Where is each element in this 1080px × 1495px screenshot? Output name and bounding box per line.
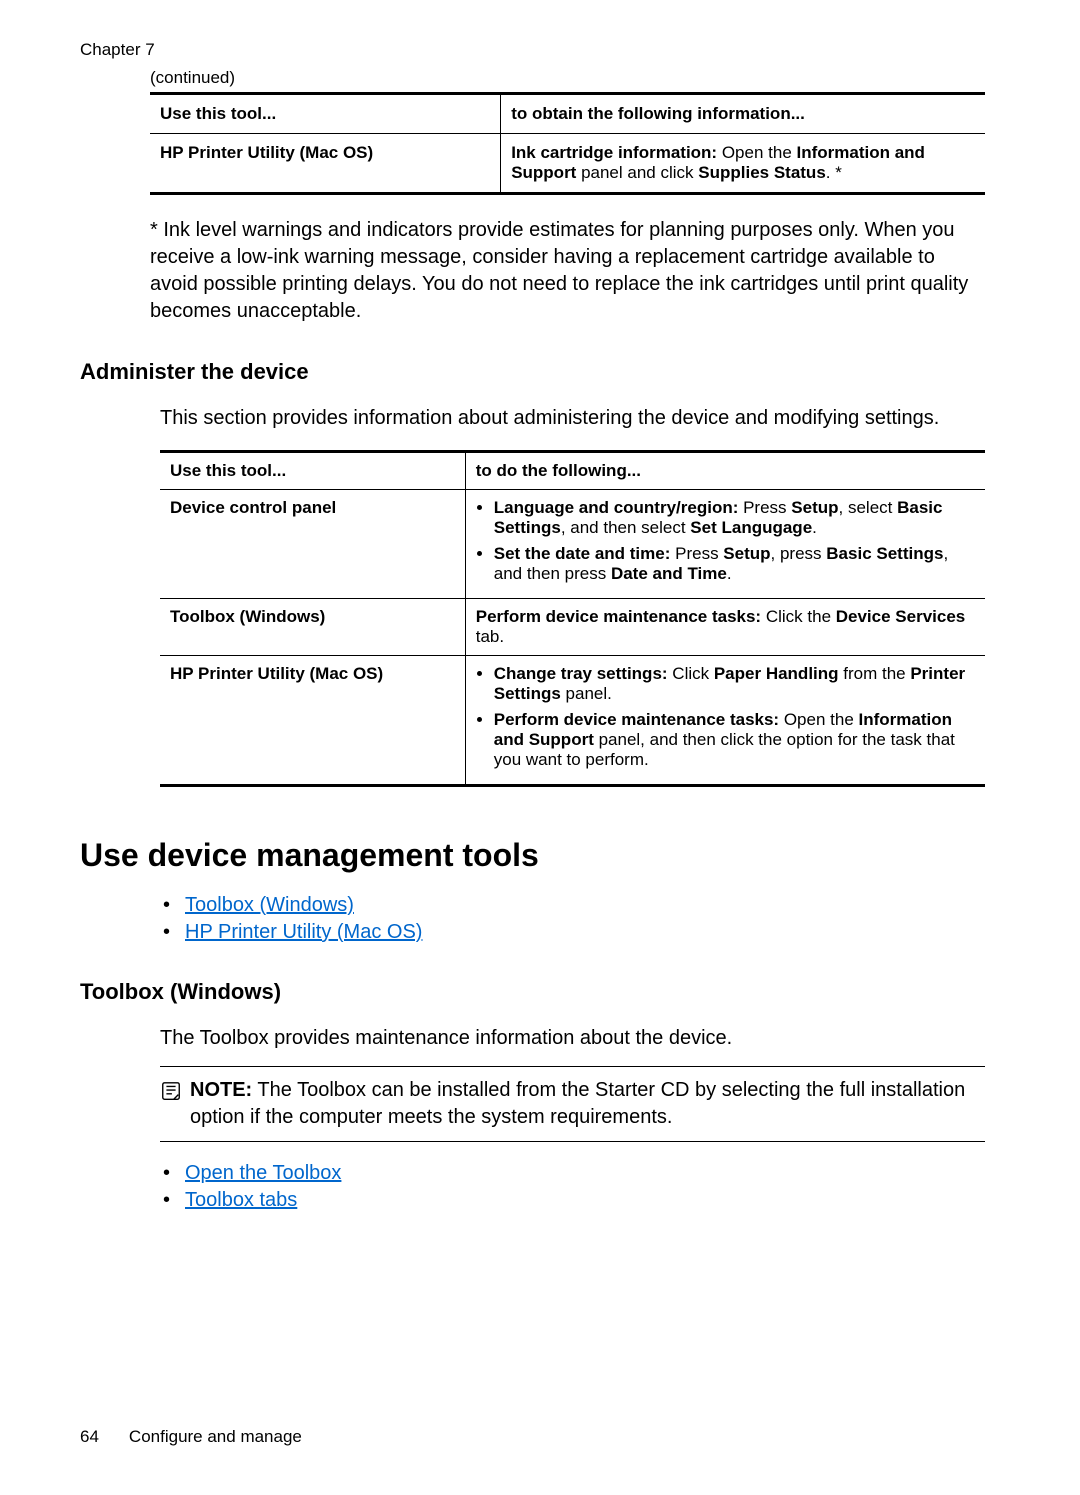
list-item: HP Printer Utility (Mac OS) xyxy=(185,921,985,944)
row-actions: Change tray settings: Click Paper Handli… xyxy=(465,656,985,786)
text: . xyxy=(812,518,817,537)
open-toolbox-link[interactable]: Open the Toolbox xyxy=(185,1162,341,1184)
list-item: Set the date and time: Press Setup, pres… xyxy=(494,544,975,584)
toolbox-windows-link[interactable]: Toolbox (Windows) xyxy=(185,894,354,916)
text: Set Langugage xyxy=(690,518,812,537)
text: Basic Settings xyxy=(826,544,943,563)
toolbox-intro: The Toolbox provides maintenance informa… xyxy=(160,1025,985,1052)
table1-row-info: Ink cartridge information: Open the Info… xyxy=(501,134,985,194)
row-tool: Toolbox (Windows) xyxy=(160,599,465,656)
footer-section: Configure and manage xyxy=(129,1427,302,1447)
administer-table: Use this tool... to do the following... … xyxy=(160,450,985,787)
text: Perform device maintenance tasks: xyxy=(476,607,761,626)
page-number: 64 xyxy=(80,1427,99,1447)
list-item: Toolbox tabs xyxy=(185,1189,985,1212)
toolbox-sublinks: Open the Toolbox Toolbox tabs xyxy=(160,1162,985,1212)
text: tab. xyxy=(476,627,504,646)
text: Change tray settings: xyxy=(494,664,668,683)
text: . * xyxy=(826,163,842,182)
row-tool: HP Printer Utility (Mac OS) xyxy=(160,656,465,786)
text: Open the xyxy=(717,143,796,162)
text: , select xyxy=(839,498,898,517)
toolbox-tabs-link[interactable]: Toolbox tabs xyxy=(185,1189,297,1211)
table1-header-left: Use this tool... xyxy=(150,94,501,134)
note-text: The Toolbox can be installed from the St… xyxy=(190,1079,965,1128)
note-label: NOTE: xyxy=(190,1079,252,1101)
text: Paper Handling xyxy=(714,664,839,683)
page-content: Chapter 7 (continued) Use this tool... t… xyxy=(0,0,1080,1272)
text: , press xyxy=(771,544,827,563)
text: , and then select xyxy=(561,518,690,537)
text: Date and Time xyxy=(611,564,727,583)
list-item: Perform device maintenance tasks: Open t… xyxy=(494,710,975,770)
chapter-label: Chapter 7 xyxy=(80,40,985,60)
hp-printer-utility-link[interactable]: HP Printer Utility (Mac OS) xyxy=(185,921,422,943)
continued-label: (continued) xyxy=(150,68,985,88)
text: Click xyxy=(668,664,714,683)
row-tool: Device control panel xyxy=(160,490,465,599)
text: Open the xyxy=(779,710,858,729)
table1-row-tool: HP Printer Utility (Mac OS) xyxy=(150,134,501,194)
list-item: Language and country/region: Press Setup… xyxy=(494,498,975,538)
text: Press xyxy=(670,544,723,563)
ink-footnote: * Ink level warnings and indicators prov… xyxy=(150,217,985,325)
text: Device Services xyxy=(836,607,966,626)
management-tools-heading: Use device management tools xyxy=(80,837,985,874)
note-content: NOTE: The Toolbox can be installed from … xyxy=(190,1077,985,1131)
text: Setup xyxy=(791,498,838,517)
note-box: NOTE: The Toolbox can be installed from … xyxy=(160,1066,985,1142)
list-item: Open the Toolbox xyxy=(185,1162,985,1185)
administer-heading: Administer the device xyxy=(80,359,985,385)
text: . xyxy=(727,564,732,583)
text: Supplies Status xyxy=(698,163,826,182)
row-actions: Perform device maintenance tasks: Click … xyxy=(465,599,985,656)
table2-header-left: Use this tool... xyxy=(160,452,465,490)
row-actions: Language and country/region: Press Setup… xyxy=(465,490,985,599)
text: panel. xyxy=(561,684,612,703)
text: panel and click xyxy=(576,163,698,182)
text: Press xyxy=(738,498,791,517)
administer-intro: This section provides information about … xyxy=(160,405,985,432)
table2-header-right: to do the following... xyxy=(465,452,985,490)
text: Click the xyxy=(761,607,836,626)
management-tools-links: Toolbox (Windows) HP Printer Utility (Ma… xyxy=(160,894,985,944)
text: Perform device maintenance tasks: xyxy=(494,710,779,729)
list-item: Change tray settings: Click Paper Handli… xyxy=(494,664,975,704)
text: Setup xyxy=(723,544,770,563)
table1-header-right: to obtain the following information... xyxy=(501,94,985,134)
page-footer: 64 Configure and manage xyxy=(80,1427,302,1447)
toolbox-heading: Toolbox (Windows) xyxy=(80,979,985,1005)
text: Ink cartridge information: xyxy=(511,143,717,162)
text: from the xyxy=(839,664,911,683)
tool-info-table: Use this tool... to obtain the following… xyxy=(150,92,985,195)
note-icon xyxy=(160,1080,182,1102)
list-item: Toolbox (Windows) xyxy=(185,894,985,917)
text: Set the date and time: xyxy=(494,544,671,563)
text: Language and country/region: xyxy=(494,498,739,517)
